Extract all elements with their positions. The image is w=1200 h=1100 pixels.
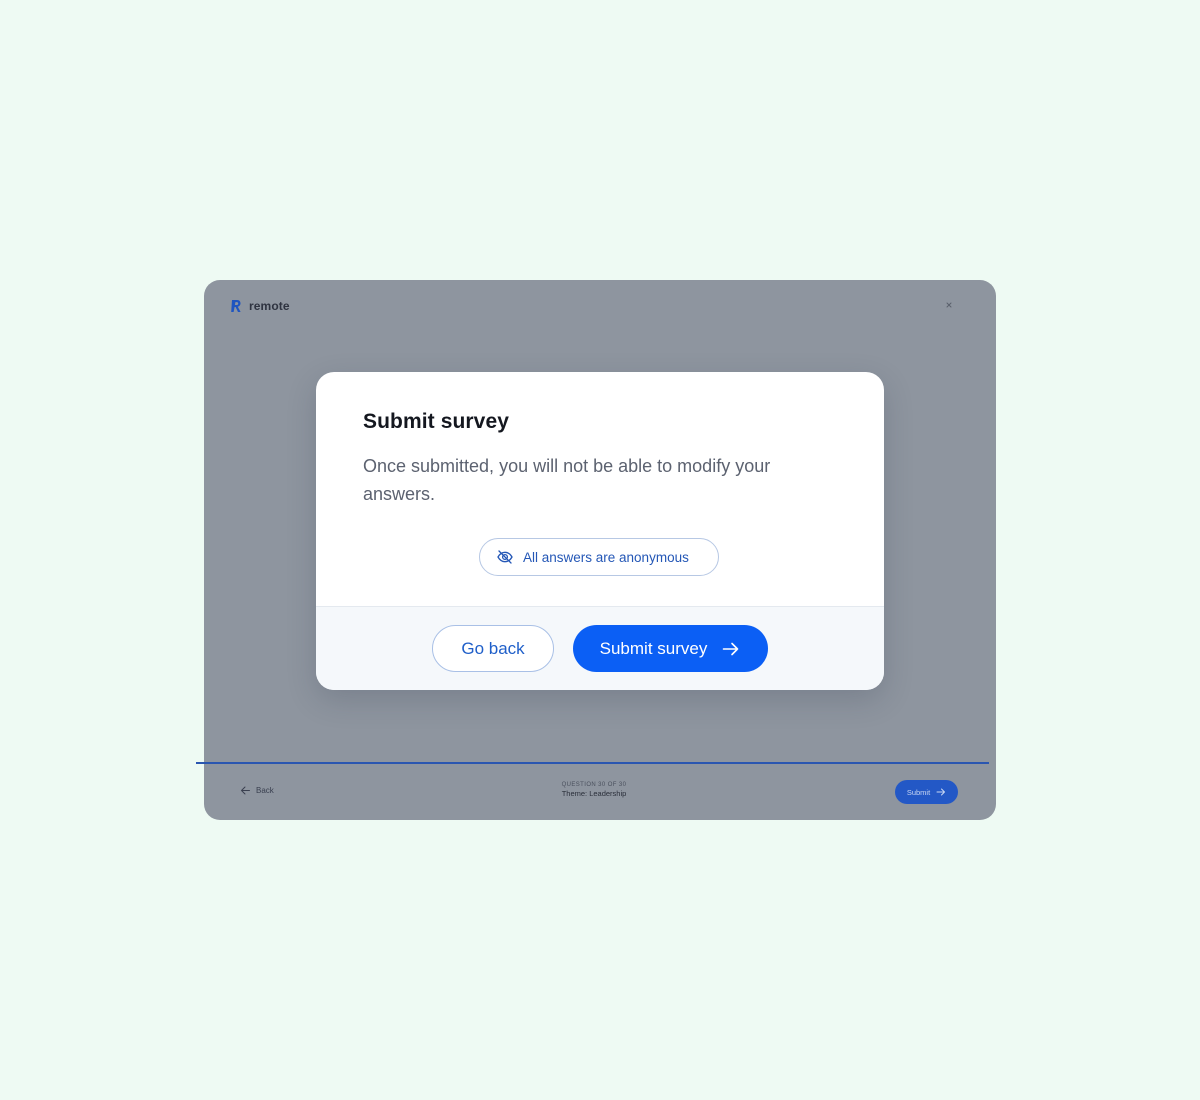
footer-submit-label: Submit — [906, 787, 931, 797]
go-back-button[interactable]: Go back — [432, 625, 554, 672]
brand-logo: remote — [230, 299, 290, 313]
eye-off-icon — [496, 548, 514, 566]
theme-label: Theme: Leadership — [561, 789, 627, 798]
anonymous-badge: All answers are anonymous — [479, 538, 719, 576]
question-counter: QUESTION 30 OF 30 — [561, 782, 627, 788]
remote-logo-icon — [230, 299, 242, 313]
arrow-right-icon — [721, 639, 741, 659]
dialog-footer: Go back Submit survey — [316, 606, 884, 690]
dialog-body: Submit survey Once submitted, you will n… — [316, 372, 884, 606]
arrow-right-icon — [936, 787, 946, 797]
arrow-left-icon — [240, 785, 251, 796]
anonymous-badge-label: All answers are anonymous — [523, 549, 689, 565]
submit-survey-dialog: Submit survey Once submitted, you will n… — [316, 372, 884, 690]
progress-bar — [196, 762, 989, 764]
submit-survey-button[interactable]: Submit survey — [573, 625, 768, 672]
footer-submit-button[interactable]: Submit — [895, 780, 958, 804]
dialog-title: Submit survey — [363, 410, 510, 433]
back-link[interactable]: Back — [240, 785, 274, 796]
brand-name: remote — [249, 299, 290, 313]
close-icon[interactable] — [944, 300, 954, 310]
back-label: Back — [256, 786, 274, 795]
submit-survey-label: Submit survey — [599, 638, 708, 658]
dialog-message: Once submitted, you will not be able to … — [363, 456, 771, 504]
question-info: QUESTION 30 OF 30 Theme: Leadership — [534, 782, 654, 798]
